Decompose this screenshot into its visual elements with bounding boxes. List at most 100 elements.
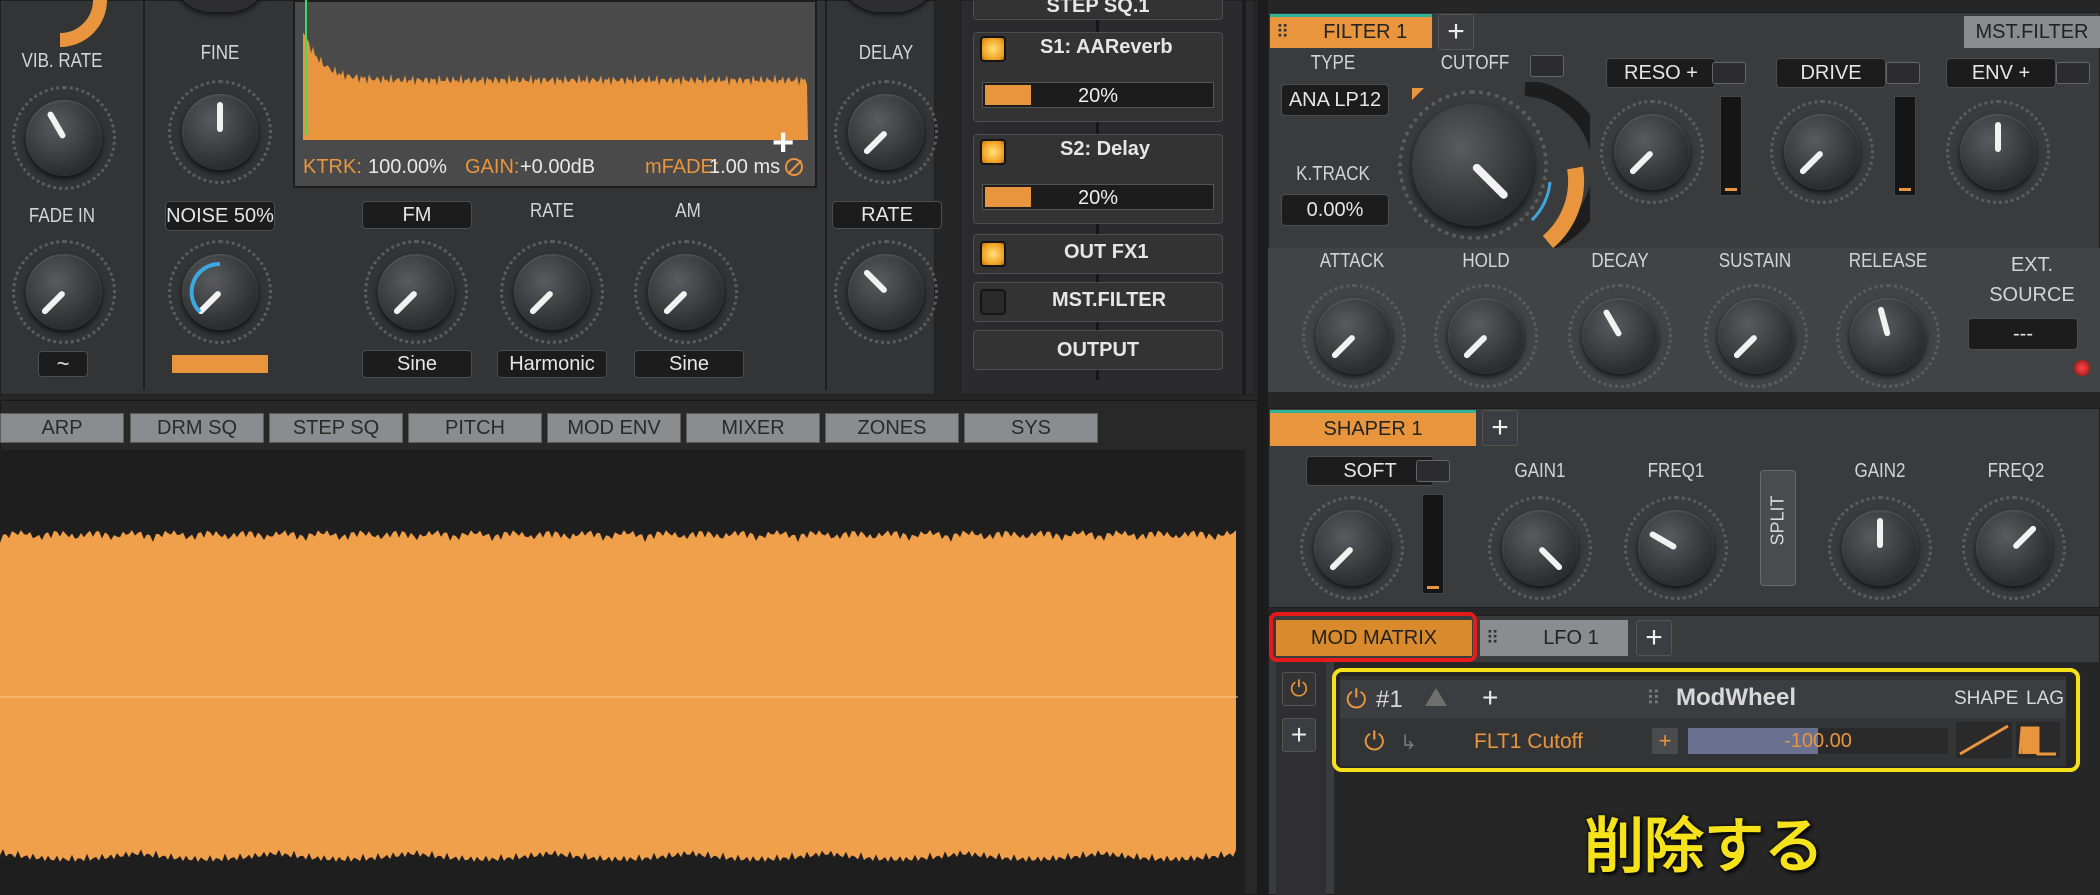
mod-power-button[interactable]: ⏻ bbox=[1282, 672, 1316, 706]
release-label: RELEASE bbox=[1848, 250, 1928, 272]
soft-knob[interactable] bbox=[1300, 496, 1404, 600]
freq2-knob[interactable] bbox=[1962, 496, 2066, 600]
hold-label: HOLD bbox=[1462, 250, 1510, 272]
fm-button[interactable]: FM bbox=[362, 201, 472, 229]
drive-meter bbox=[1894, 96, 1916, 196]
sustain-knob[interactable] bbox=[1704, 284, 1808, 388]
step-sq-slot[interactable]: STEP SQ.1 bbox=[973, 0, 1223, 20]
rate-knob[interactable] bbox=[500, 240, 604, 344]
reso-knob[interactable] bbox=[1600, 100, 1704, 204]
release-knob[interactable] bbox=[1836, 284, 1940, 388]
attack-label: ATTACK bbox=[1319, 250, 1385, 272]
fine-knob[interactable] bbox=[168, 80, 272, 184]
ktrack-label: K.TRACK bbox=[1296, 163, 1370, 185]
fade-in-knob[interactable] bbox=[12, 240, 116, 344]
noise-display[interactable]: NOISE 50% bbox=[165, 201, 275, 231]
fine-label: FINE bbox=[200, 42, 240, 64]
osc-waveform bbox=[303, 0, 808, 140]
keyboard-icon[interactable] bbox=[1530, 55, 1564, 77]
gain2-knob[interactable] bbox=[1828, 496, 1932, 600]
tab-pitch[interactable]: PITCH bbox=[408, 413, 542, 443]
s2-power-led[interactable] bbox=[980, 139, 1006, 165]
noise-knob-arc bbox=[189, 261, 221, 314]
filter-type-select[interactable]: ANA LP12 bbox=[1281, 84, 1389, 116]
attack-knob[interactable] bbox=[1302, 284, 1406, 388]
add-filter-button[interactable]: + bbox=[1438, 14, 1474, 50]
ktrk-value[interactable]: 100.00% bbox=[368, 156, 447, 179]
gain1-knob[interactable] bbox=[1488, 496, 1592, 600]
s1-power-led[interactable] bbox=[980, 36, 1006, 62]
keyboard-icon[interactable] bbox=[2056, 62, 2090, 84]
rate-label: RATE bbox=[529, 200, 575, 222]
am-knob[interactable] bbox=[634, 240, 738, 344]
reso-button[interactable]: RESO + bbox=[1606, 58, 1716, 88]
filter-tab-label: FILTER 1 bbox=[1323, 21, 1408, 43]
am-shape[interactable]: Sine bbox=[634, 350, 744, 378]
mst-filter-button-label: MST.FILTER bbox=[1975, 20, 2089, 43]
tab-drm-sq[interactable]: DRM SQ bbox=[130, 413, 264, 443]
delay-label: DELAY bbox=[858, 42, 914, 64]
lfo-rate-knob[interactable] bbox=[834, 240, 938, 344]
filter-tab[interactable]: ⠿ FILTER 1 bbox=[1270, 14, 1432, 48]
gain1-label: GAIN1 bbox=[1514, 460, 1566, 482]
shaper-tab[interactable]: SHAPER 1 bbox=[1270, 410, 1476, 446]
soft-mode-select[interactable]: SOFT bbox=[1306, 456, 1434, 486]
mfade-value[interactable]: 1.00 ms bbox=[709, 156, 780, 179]
gain-value[interactable]: +0.00dB bbox=[520, 156, 595, 179]
keyboard-icon[interactable] bbox=[1712, 62, 1746, 84]
cutoff-knob[interactable] bbox=[1398, 90, 1548, 240]
rate-shape[interactable]: Harmonic bbox=[497, 350, 607, 378]
output-slot[interactable]: OUTPUT bbox=[973, 330, 1223, 370]
env-knob[interactable] bbox=[1946, 100, 2050, 204]
hold-knob[interactable] bbox=[1434, 284, 1538, 388]
mst-filter-led[interactable] bbox=[980, 289, 1006, 315]
add-modulator-button[interactable]: + bbox=[1636, 620, 1672, 656]
mod-slot-highlight bbox=[1332, 668, 2080, 772]
tab-mixer[interactable]: MIXER bbox=[686, 413, 820, 443]
add-mod-slot-button[interactable]: + bbox=[1282, 718, 1316, 752]
freq1-label: FREQ1 bbox=[1647, 460, 1705, 482]
add-shaper-button[interactable]: + bbox=[1482, 410, 1518, 446]
vib-rate-knob[interactable] bbox=[12, 86, 116, 190]
wave-shape-button[interactable]: ~ bbox=[38, 351, 88, 377]
gain-label: GAIN: bbox=[465, 156, 520, 178]
tab-mod-env[interactable]: MOD ENV bbox=[547, 413, 681, 443]
ktrack-value[interactable]: 0.00% bbox=[1281, 194, 1389, 226]
keyboard-icon[interactable] bbox=[1416, 460, 1450, 482]
divider bbox=[825, 0, 827, 390]
rate-button[interactable]: RATE bbox=[832, 201, 942, 229]
cutoff-label: CUTOFF bbox=[1440, 52, 1510, 74]
freq1-knob[interactable] bbox=[1624, 496, 1728, 600]
decay-knob[interactable] bbox=[1568, 284, 1672, 388]
tab-arp[interactable]: ARP bbox=[0, 413, 124, 443]
keyboard-icon[interactable] bbox=[1886, 62, 1920, 84]
tab-zones[interactable]: ZONES bbox=[825, 413, 959, 443]
shaper-tab-label: SHAPER 1 bbox=[1323, 418, 1423, 440]
mst-filter-button[interactable]: MST.FILTER bbox=[1964, 16, 2100, 48]
s2-send-value: 20% bbox=[1077, 187, 1119, 209]
s2-send-bar[interactable]: 20% bbox=[982, 184, 1214, 210]
fm-knob[interactable] bbox=[364, 240, 468, 344]
divider bbox=[143, 0, 145, 390]
disable-icon[interactable] bbox=[785, 158, 803, 176]
drive-button[interactable]: DRIVE bbox=[1776, 58, 1886, 88]
tab-step-sq[interactable]: STEP SQ bbox=[269, 413, 403, 443]
drive-knob[interactable] bbox=[1770, 100, 1874, 204]
lfo-tab[interactable]: ⠿ LFO 1 bbox=[1480, 620, 1628, 656]
s2-label: S2: Delay bbox=[1060, 138, 1151, 160]
drag-handle-icon[interactable]: ⠿ bbox=[1486, 628, 1499, 649]
freq2-label: FREQ2 bbox=[1987, 460, 2045, 482]
s1-send-bar[interactable]: 20% bbox=[982, 82, 1214, 108]
decay-label: DECAY bbox=[1591, 250, 1649, 272]
ktrk-label: KTRK: bbox=[303, 156, 362, 178]
drag-handle-icon[interactable]: ⠿ bbox=[1276, 22, 1289, 43]
delay-knob[interactable] bbox=[834, 80, 938, 184]
s1-label: S1: AAReverb bbox=[1040, 36, 1173, 58]
out-fx1-led[interactable] bbox=[980, 241, 1006, 267]
ext-source-select[interactable]: --- bbox=[1968, 318, 2078, 350]
s1-send-value: 20% bbox=[1077, 85, 1119, 107]
ext-source-label: EXT. SOURCE bbox=[1989, 254, 2075, 306]
tab-sys[interactable]: SYS bbox=[964, 413, 1098, 443]
env-button[interactable]: ENV + bbox=[1946, 58, 2056, 88]
fm-shape[interactable]: Sine bbox=[362, 350, 472, 378]
